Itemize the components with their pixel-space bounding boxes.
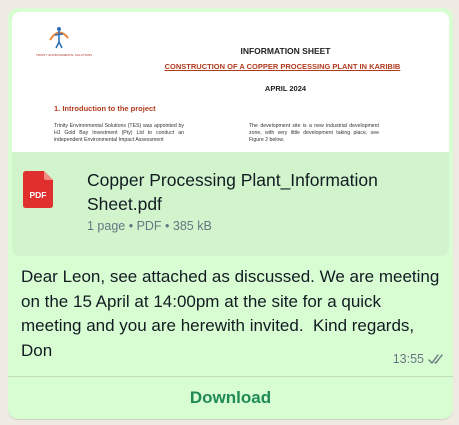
file-type: PDF	[136, 219, 162, 233]
pdf-file-icon: PDF	[23, 171, 53, 208]
doc-date: APRIL 2024	[264, 84, 307, 93]
meta-separator: •	[161, 219, 173, 233]
file-name: Copper Processing Plant_Information Shee…	[87, 170, 378, 214]
message-text: Dear Leon, see attached as discussed. We…	[21, 267, 445, 360]
download-button[interactable]: Download	[8, 377, 453, 419]
double-check-icon	[428, 353, 443, 364]
doc-heading: INFORMATION SHEET	[240, 46, 331, 56]
meta-separator: •	[125, 219, 137, 233]
file-size: 385 kB	[172, 219, 212, 233]
doc-subheading: CONSTRUCTION OF A COPPER PROCESSING PLAN…	[164, 62, 401, 71]
pdf-icon-label: PDF	[30, 190, 47, 200]
message-time: 13:55	[392, 352, 424, 366]
document-attachment[interactable]: TRINITY ENVIRONMENTAL SOLUTIONS INFORMAT…	[12, 12, 449, 256]
message-bubble[interactable]: TRINITY ENVIRONMENTAL SOLUTIONS INFORMAT…	[8, 8, 453, 419]
file-pages: 1 page	[87, 219, 126, 233]
file-info-row[interactable]: PDF Copper Processing Plant_Information …	[12, 152, 449, 256]
file-meta: 1 page • PDF • 385 kB	[87, 219, 212, 233]
message-meta: 13:55	[393, 352, 445, 366]
doc-left-column: Trinity Environmental Solutions (TES) wa…	[54, 123, 184, 143]
doc-section-title: 1. Introduction to the project	[54, 104, 156, 113]
document-preview[interactable]: TRINITY ENVIRONMENTAL SOLUTIONS INFORMAT…	[12, 12, 449, 152]
doc-right-column: The development site is a new industrial…	[249, 123, 379, 143]
